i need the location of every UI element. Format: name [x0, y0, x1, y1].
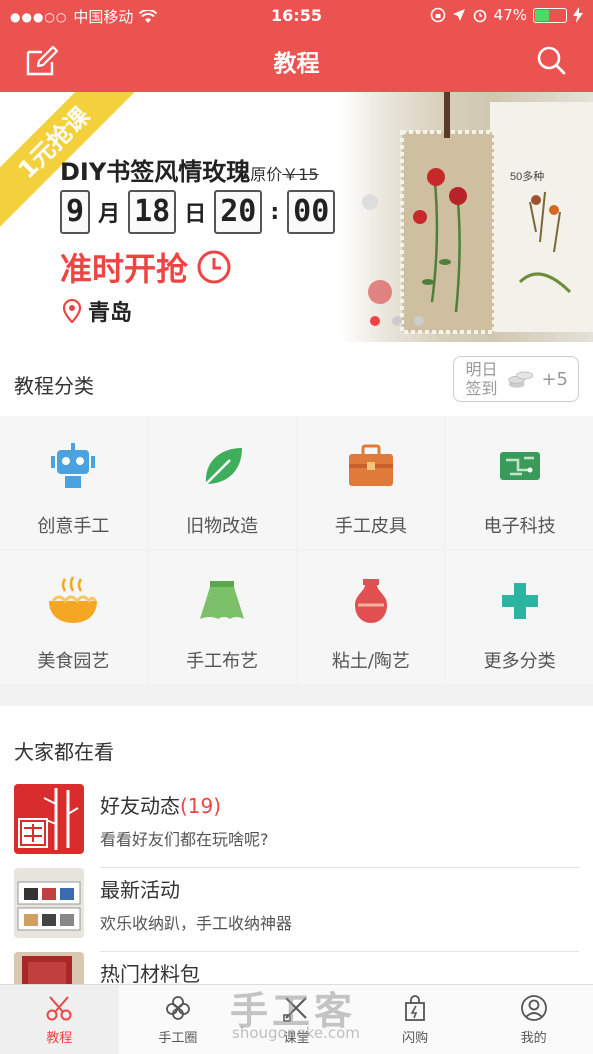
status-bar: ●●●○○ 中国移动 16:55 47% [0, 0, 593, 30]
month-unit: 月 [98, 202, 121, 227]
signin-line1: 明日 [465, 360, 498, 379]
category-label: 更多分类 [483, 651, 556, 672]
search-icon[interactable] [535, 44, 567, 76]
item-title: 热门材料包 [100, 958, 200, 987]
category-section-header: 教程分类 明日 签到 +5 [0, 342, 593, 416]
briefcase-icon [343, 438, 399, 494]
bamboo-stamp-thumbnail [14, 784, 84, 854]
leaf-icon [194, 438, 250, 494]
signin-line2: 签到 [465, 379, 498, 398]
grab-label: 准时开抢 [60, 250, 189, 288]
tab-tutorials[interactable]: 教程 [0, 985, 119, 1054]
item-count: (19) [180, 794, 222, 818]
month-digit: 9 [60, 190, 91, 234]
category-label: 手工布艺 [186, 651, 259, 672]
category-clay[interactable]: 粘土/陶艺 [297, 551, 445, 684]
hour-digit: 20 [214, 190, 263, 234]
category-fabric[interactable]: 手工布艺 [148, 551, 296, 684]
item-title-text: 最新活动 [100, 878, 180, 902]
category-more[interactable]: 更多分类 [446, 551, 593, 684]
course-name: DIY书签风情玫瑰 [60, 158, 251, 186]
banner-pager [0, 316, 593, 326]
bookmark-illustration: 50多种 [362, 92, 593, 334]
popular-section: 大家都在看 好友动态(19) 看看好友们都在玩啥呢? 最新活动 欢乐收纳趴，手工… [0, 706, 593, 1022]
skirt-icon [194, 573, 250, 629]
grab-on-time: 准时开抢 [60, 244, 232, 290]
robot-icon [45, 438, 101, 494]
tab-label: 教程 [46, 1031, 73, 1046]
list-item[interactable]: 好友动态(19) 看看好友们都在玩啥呢? [0, 784, 593, 868]
item-subtitle: 欢乐收纳趴，手工收纳神器 [100, 914, 293, 933]
top-bar: ●●●○○ 中国移动 16:55 47% 教程 [0, 0, 593, 92]
pager-dot[interactable] [413, 316, 424, 326]
time-colon: : [270, 199, 280, 225]
rotation-lock-icon [430, 7, 445, 23]
category-electronics[interactable]: 电子科技 [446, 416, 593, 549]
shopping-bag-icon [405, 995, 425, 1021]
coins-icon [508, 371, 534, 388]
start-time: 9 月 18 日 20 : 00 [60, 190, 336, 234]
location-arrow-icon [452, 9, 465, 21]
day-unit: 日 [184, 202, 207, 227]
item-title-text: 热门材料包 [100, 962, 200, 986]
scissors-icon [46, 996, 72, 1021]
original-price: ￥15 [282, 165, 319, 184]
item-title-text: 好友动态 [100, 794, 180, 818]
signin-bonus: +5 [541, 368, 568, 390]
alarm-icon [473, 9, 486, 23]
category-label: 旧物改造 [186, 516, 259, 537]
tab-label: 闪购 [402, 1031, 429, 1046]
page-title: 教程 [273, 51, 320, 77]
popular-title: 大家都在看 [14, 740, 114, 764]
tab-flash-sale[interactable]: 闪购 [356, 985, 475, 1054]
original-price-label: 原价 [250, 165, 283, 184]
item-subtitle: 看看好友们都在玩啥呢? [100, 830, 269, 849]
category-creative[interactable]: 创意手工 [0, 416, 147, 549]
watermark-url: shougongke.com [232, 1024, 360, 1042]
category-food-garden[interactable]: 美食园艺 [0, 551, 147, 684]
day-digit: 18 [128, 190, 177, 234]
category-label: 粘土/陶艺 [331, 651, 410, 672]
tab-label: 手工圈 [158, 1031, 198, 1046]
tab-label: 我的 [520, 1031, 547, 1046]
tab-craft-circle[interactable]: 手工圈 [119, 985, 238, 1054]
noodle-bowl-icon [45, 573, 101, 629]
tab-profile[interactable]: 我的 [474, 985, 593, 1054]
circuit-icon [492, 438, 548, 494]
pager-dot[interactable] [369, 316, 380, 326]
flower-icon [165, 996, 190, 1020]
signin-button[interactable]: 明日 签到 +5 [453, 356, 579, 402]
category-label: 手工皮具 [334, 516, 407, 537]
plus-icon [492, 573, 548, 629]
item-title: 好友动态(19) [100, 790, 221, 819]
signin-text: 明日 签到 [464, 360, 499, 398]
category-upcycle[interactable]: 旧物改造 [148, 416, 296, 549]
vase-icon [343, 573, 399, 629]
user-icon [520, 995, 547, 1021]
battery-icon [533, 7, 567, 23]
storage-shelf-thumbnail [14, 868, 84, 938]
banner-photo: 50多种 [340, 92, 593, 342]
battery-percent: 47% [493, 6, 527, 24]
svg-text:50多种: 50多种 [510, 169, 544, 183]
category-title: 教程分类 [14, 374, 94, 398]
category-grid: 创意手工 旧物改造 手工皮具 电子科技 美食园艺 手工布艺 粘土/陶艺 更多分类 [0, 416, 593, 684]
list-item[interactable]: 最新活动 欢乐收纳趴，手工收纳神器 [0, 868, 593, 952]
pager-dot[interactable] [391, 316, 402, 326]
category-label: 电子科技 [483, 516, 556, 537]
promo-banner[interactable]: 50多种 1元抢课 DIY书签风情玫瑰原价￥15 9 月 18 日 20 : 0… [0, 92, 593, 342]
category-label: 美食园艺 [37, 651, 110, 672]
charging-icon [573, 7, 583, 23]
banner-title: DIY书签风情玫瑰原价￥15 [60, 152, 319, 187]
category-leather[interactable]: 手工皮具 [297, 416, 445, 549]
clock-icon [197, 250, 231, 284]
category-label: 创意手工 [37, 516, 110, 537]
minute-digit: 00 [287, 190, 336, 234]
item-title: 最新活动 [100, 874, 180, 903]
